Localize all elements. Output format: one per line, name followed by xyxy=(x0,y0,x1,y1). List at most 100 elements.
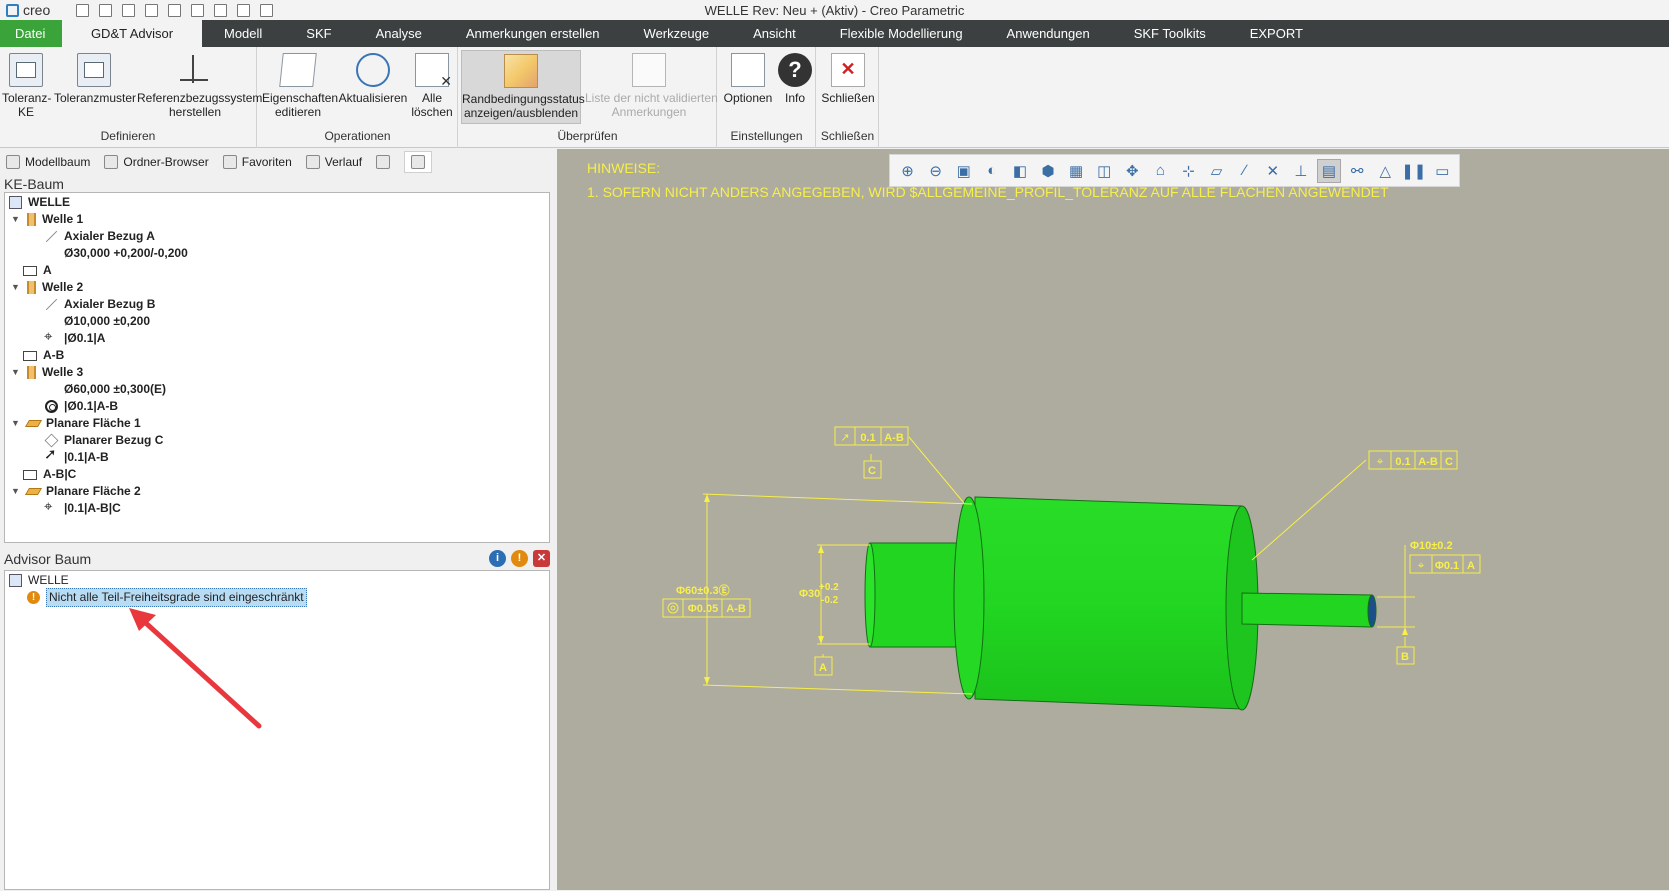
windows-icon[interactable] xyxy=(233,1,253,19)
referenzbezugssystem-button[interactable]: Referenzbezugssystem herstellen xyxy=(137,50,262,124)
dim-diameter-10[interactable]: Φ10±0.2 xyxy=(1410,540,1453,552)
graphics-viewport[interactable]: ↗ 0.1 A-B C ⌖ 0.1 A-B C Φ60±0.3Ⓔ Φ0.05 A… xyxy=(557,149,1669,890)
ke-tree-item[interactable]: Axialer Bezug A xyxy=(45,228,155,245)
ke-tree-item[interactable]: ▼ Planare Fläche 2 xyxy=(11,483,141,500)
ke-tree-item[interactable]: ▼ Welle 2 xyxy=(11,279,83,296)
ke-tree-item[interactable]: A-B xyxy=(23,347,64,364)
ke-tree-item[interactable]: |Ø0.1|A-B xyxy=(45,398,118,415)
view-cube-icon[interactable]: ◧ xyxy=(1008,159,1031,183)
ke-tree-item[interactable]: ▼ Welle 3 xyxy=(11,364,83,381)
regenerate-icon[interactable] xyxy=(210,1,230,19)
undo-icon[interactable] xyxy=(164,1,184,19)
zoom-out-icon[interactable]: ⊖ xyxy=(924,159,947,183)
randbedingungsstatus-button[interactable]: Randbedingungsstatus anzeigen/ausblenden xyxy=(461,50,585,124)
eigenschaften-editieren-button[interactable]: Eigenschaften editieren xyxy=(262,50,338,124)
shaft-segment-10[interactable] xyxy=(1241,592,1377,628)
redo-icon[interactable] xyxy=(187,1,207,19)
ke-tree-item[interactable]: Ø30,000 +0,200/-0,200 xyxy=(45,245,188,262)
ke-tree-item[interactable]: |Ø0.1|A xyxy=(44,328,105,347)
tab-skf[interactable]: SKF xyxy=(284,20,353,47)
network-icon[interactable]: ⚯ xyxy=(1346,159,1369,183)
toleranz-ke-button[interactable]: Toleranz- KE xyxy=(2,50,51,124)
dim-diameter-60[interactable]: Φ60±0.3Ⓔ xyxy=(676,583,730,597)
close-window-icon[interactable] xyxy=(256,1,276,19)
nicht-validierte-anmerkungen-button[interactable]: Liste der nicht validierten Anmerkungen xyxy=(585,50,718,124)
nav-tab-ordner-browser[interactable]: Ordner-Browser xyxy=(104,155,209,169)
expand-arrow-icon[interactable]: ▼ xyxy=(11,211,21,228)
expand-arrow-icon[interactable]: ▼ xyxy=(11,483,21,500)
datum-display-icon[interactable]: ⊹ xyxy=(1177,159,1200,183)
tab-gd-t-advisor[interactable]: GD&T Advisor xyxy=(62,20,202,47)
point-display-icon[interactable]: ✕ xyxy=(1261,159,1284,183)
folder-icon[interactable] xyxy=(118,1,138,19)
alle-loeschen-button[interactable]: Alle löschen xyxy=(410,50,454,124)
schliessen-button[interactable]: ✕ Schließen xyxy=(820,50,876,124)
tab-modell[interactable]: Modell xyxy=(202,20,284,47)
pause-icon[interactable]: ❚❚ xyxy=(1401,159,1426,183)
datum-c[interactable]: C xyxy=(863,460,882,479)
dim-diameter-30[interactable]: Φ30 +0.2 -0.2 xyxy=(799,582,839,606)
annotation-display-icon[interactable]: ▤ xyxy=(1317,158,1341,183)
tab-werkzeuge[interactable]: Werkzeuge xyxy=(622,20,732,47)
save-icon[interactable] xyxy=(141,1,161,19)
saved-views-icon[interactable]: ⬢ xyxy=(1036,159,1059,183)
tab-anmerkungen-erstellen[interactable]: Anmerkungen erstellen xyxy=(444,20,622,47)
ke-tree-item[interactable]: |0.1|A-B xyxy=(44,446,109,466)
tab-skf-toolkits[interactable]: SKF Toolkits xyxy=(1112,20,1228,47)
ke-tree-item[interactable]: ▼ Welle 1 xyxy=(11,211,83,228)
optionen-button[interactable]: Optionen xyxy=(720,50,776,124)
nav-tab-gdt-advisor[interactable] xyxy=(404,151,433,173)
warning-icon[interactable]: ! xyxy=(511,550,528,567)
info-icon[interactable]: i xyxy=(489,550,506,567)
collapse-icon[interactable]: ▭ xyxy=(1431,159,1454,183)
position-frame-2[interactable]: ⌖ Φ0.1 A xyxy=(1409,554,1481,574)
ke-tree-item[interactable]: WELLE xyxy=(9,194,70,211)
ke-tree-item[interactable]: |0.1|A-B|C xyxy=(44,498,121,517)
datum-b[interactable]: B xyxy=(1396,646,1415,665)
tab-file[interactable]: Datei xyxy=(0,20,62,47)
csys-display-icon[interactable]: ⊥ xyxy=(1289,159,1312,183)
open-icon[interactable] xyxy=(95,1,115,19)
ke-tree-item[interactable]: A xyxy=(23,262,52,279)
refit-icon[interactable]: ▣ xyxy=(952,159,975,183)
runout-frame[interactable]: ↗ 0.1 A-B xyxy=(834,426,909,446)
shaft-segment-60[interactable] xyxy=(953,496,1259,711)
tab-export[interactable]: EXPORT xyxy=(1228,20,1325,47)
tab-anwendungen[interactable]: Anwendungen xyxy=(985,20,1112,47)
perspective-icon[interactable]: ◫ xyxy=(1093,159,1116,183)
toleranzmuster-button[interactable]: Toleranzmuster xyxy=(54,50,136,124)
nav-tab-favoriten[interactable]: Favoriten xyxy=(222,155,292,169)
aktualisieren-button[interactable]: Aktualisieren xyxy=(338,50,408,124)
plane-display-icon[interactable]: ▱ xyxy=(1205,159,1228,183)
info-button[interactable]: ? Info xyxy=(778,50,812,124)
model-view[interactable]: ↗ 0.1 A-B C ⌖ 0.1 A-B C Φ60±0.3Ⓔ Φ0.05 A… xyxy=(557,149,1669,890)
shaft-segment-30[interactable] xyxy=(864,542,963,648)
ke-tree-item[interactable]: ▼ Planare Fläche 1 xyxy=(11,415,141,432)
nav-tab-modellbaum[interactable]: Modellbaum xyxy=(6,155,90,169)
expand-arrow-icon[interactable]: ▼ xyxy=(11,415,21,432)
ke-tree-item[interactable]: Planarer Bezug C xyxy=(44,432,163,449)
spin-center-icon[interactable]: ✥ xyxy=(1121,159,1144,183)
expand-arrow-icon[interactable]: ▼ xyxy=(11,279,21,296)
axis-display-icon[interactable]: ∕ xyxy=(1233,159,1256,183)
zoom-in-icon[interactable]: ⊕ xyxy=(896,159,919,183)
ke-tree-item[interactable]: Axialer Bezug B xyxy=(45,296,155,313)
tab-ansicht[interactable]: Ansicht xyxy=(731,20,818,47)
tab-flexible-modellierung[interactable]: Flexible Modellierung xyxy=(818,20,985,47)
datum-a[interactable]: A xyxy=(814,656,833,676)
ke-tree-item[interactable]: Ø60,000 ±0,300(E) xyxy=(45,381,166,398)
nav-tab-verlauf[interactable]: Verlauf xyxy=(305,155,362,169)
section-icon[interactable]: ⌂ xyxy=(1149,159,1172,183)
shaded-icon[interactable]: ◐ xyxy=(980,159,1003,183)
new-icon[interactable] xyxy=(72,1,92,19)
position-frame[interactable]: ⌖ 0.1 A-B C xyxy=(1368,450,1458,470)
ke-tree-item[interactable]: Ø10,000 ±0,200 xyxy=(45,313,150,330)
nav-tab-layers[interactable] xyxy=(376,155,391,169)
tab-analyse[interactable]: Analyse xyxy=(354,20,444,47)
mass-prop-icon[interactable]: △ xyxy=(1374,159,1397,183)
close-icon[interactable]: ✕ xyxy=(533,550,550,567)
notes-title[interactable]: HINWEISE: xyxy=(587,160,660,176)
ke-tree-item[interactable]: A-B|C xyxy=(23,466,76,483)
view-manager-icon[interactable]: ▦ xyxy=(1065,159,1088,183)
expand-arrow-icon[interactable]: ▼ xyxy=(11,364,21,381)
